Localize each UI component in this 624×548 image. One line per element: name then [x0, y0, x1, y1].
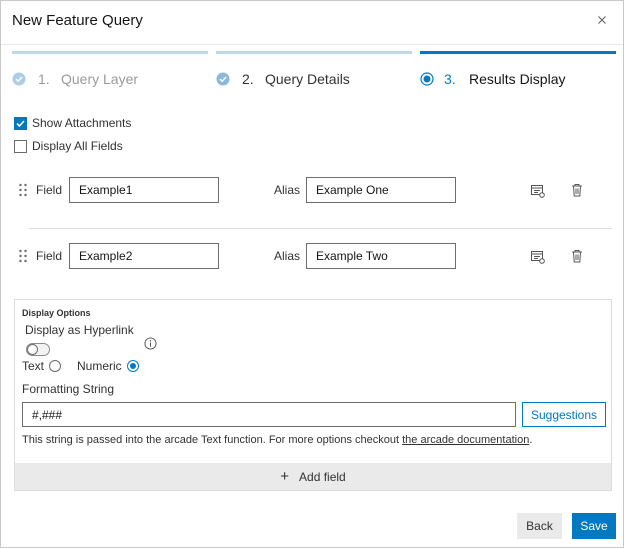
show-attachments-label: Show Attachments	[32, 116, 132, 130]
alias-input[interactable]	[306, 243, 456, 269]
display-all-fields-label: Display All Fields	[32, 139, 123, 153]
step-indicator: 1. Query Layer 2. Query Details 3. Resul…	[12, 51, 616, 91]
step-number: 3.	[444, 71, 456, 87]
add-field-button[interactable]: + Add field	[15, 463, 611, 490]
checkbox-unchecked-icon	[14, 139, 27, 153]
info-icon[interactable]	[144, 337, 157, 350]
type-numeric-label: Numeric	[77, 359, 122, 373]
field-label: Field	[36, 249, 63, 263]
check-circle-icon	[216, 72, 230, 86]
save-button[interactable]: Save	[572, 513, 616, 539]
formatting-help-text: This string is passed into the arcade Te…	[22, 434, 532, 446]
step-progress-bar	[216, 51, 412, 54]
trash-icon[interactable]	[569, 182, 585, 198]
formatting-string-input[interactable]	[22, 402, 516, 427]
check-circle-icon	[12, 72, 26, 86]
step-label: Query Details	[265, 71, 350, 87]
step-progress-bar	[12, 51, 208, 54]
display-options-panel: Display Options Display as Hyperlink Tex…	[14, 299, 612, 491]
step-results-display[interactable]: 3. Results Display	[420, 51, 616, 91]
step-number: 1.	[38, 71, 50, 87]
step-query-details[interactable]: 2. Query Details	[216, 51, 412, 91]
step-number: 2.	[242, 71, 254, 87]
field-row: Field Alias	[14, 236, 612, 276]
field-settings-icon[interactable]	[530, 183, 546, 199]
display-all-fields-checkbox[interactable]: Display All Fields	[14, 139, 123, 153]
field-input[interactable]	[69, 177, 219, 203]
hyperlink-label: Display as Hyperlink	[25, 323, 134, 337]
new-feature-query-dialog: New Feature Query 1. Query Layer 2. Quer…	[0, 0, 624, 548]
formatting-string-label: Formatting String	[22, 382, 115, 396]
add-field-label: Add field	[299, 469, 346, 484]
alias-input[interactable]	[306, 177, 456, 203]
dialog-title: New Feature Query	[12, 12, 143, 29]
show-attachments-checkbox[interactable]: Show Attachments	[14, 116, 131, 130]
alias-label: Alias	[274, 183, 301, 197]
trash-icon[interactable]	[569, 248, 585, 264]
plus-icon: +	[280, 468, 290, 485]
radio-active-icon	[420, 72, 434, 86]
row-divider	[29, 228, 612, 229]
field-row: Field Alias	[14, 170, 612, 210]
toggle-knob	[27, 344, 38, 355]
help-text-prefix: This string is passed into the arcade Te…	[22, 434, 403, 446]
close-icon[interactable]	[595, 13, 609, 27]
display-options-heading: Display Options	[22, 308, 91, 318]
type-numeric-radio[interactable]	[127, 360, 139, 372]
arcade-documentation-link[interactable]: the arcade documentation	[402, 434, 529, 446]
checkbox-checked-icon	[14, 116, 27, 130]
header-divider	[1, 44, 623, 45]
field-label: Field	[36, 183, 63, 197]
suggestions-button[interactable]: Suggestions	[522, 402, 606, 427]
step-query-layer[interactable]: 1. Query Layer	[12, 51, 208, 91]
alias-label: Alias	[274, 249, 301, 263]
dialog-header: New Feature Query	[1, 1, 623, 45]
drag-handle-icon[interactable]	[18, 182, 28, 198]
type-text-label: Text	[22, 359, 45, 373]
drag-handle-icon[interactable]	[18, 248, 28, 264]
type-text-radio[interactable]	[49, 360, 61, 372]
step-label: Query Layer	[61, 71, 139, 87]
field-input[interactable]	[69, 243, 219, 269]
step-label: Results Display	[469, 71, 566, 87]
hyperlink-toggle[interactable]	[26, 343, 50, 356]
back-button[interactable]: Back	[517, 513, 562, 539]
field-settings-icon[interactable]	[530, 249, 546, 265]
help-text-suffix: .	[529, 434, 533, 446]
step-progress-bar	[420, 51, 616, 54]
